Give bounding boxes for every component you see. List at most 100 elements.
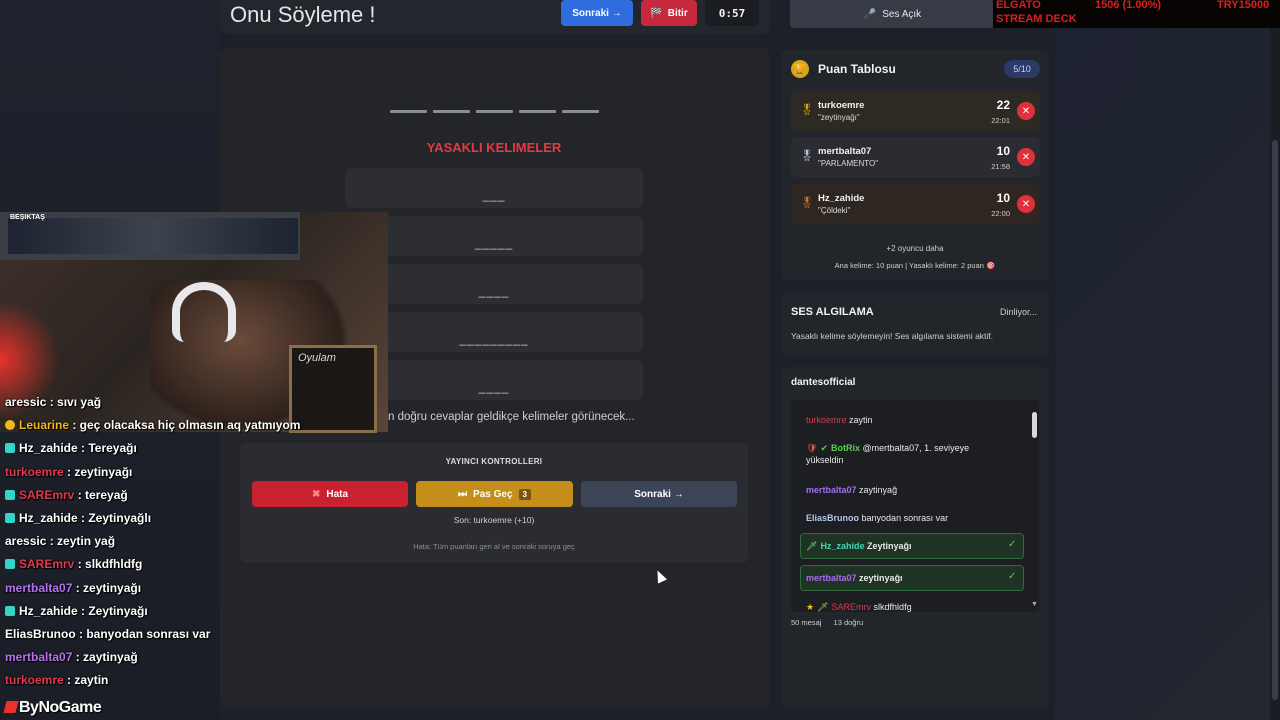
stream-chat-line: mertbalta07 : zaytinyağ	[5, 650, 138, 664]
more-players: +2 oyuncu daha	[886, 244, 944, 253]
sound-toggle-button[interactable]: 🎤 Ses Açık	[790, 0, 995, 28]
error-button[interactable]: ✖ Hata	[252, 481, 408, 507]
chat-text: zaytinyağ	[859, 485, 898, 495]
chalkboard-text: Oyulam	[298, 352, 336, 364]
stream-chat-text: : sıvı yağ	[46, 395, 102, 409]
stream-chat-text: : zaytin	[63, 673, 109, 688]
target-word-dashes	[390, 110, 599, 113]
timer: 0:57	[705, 0, 759, 26]
trophy-icon: 🏆	[791, 60, 809, 78]
verified-icon: ✔	[820, 443, 828, 453]
forbidden-words-title: YASAKLI KELIMELER	[426, 140, 562, 155]
stream-chat-line: SAREmrv : slkdfhldfg	[5, 557, 142, 571]
background-right	[1055, 0, 1280, 720]
medal-icon: 🎖	[800, 197, 814, 209]
chat-message: 🛡 ✔ BotRix @mertbalta07, 1. seviyeye yükse…	[806, 442, 986, 466]
star-icon: ★	[806, 602, 815, 612]
chat-message: mertbalta07 zeytinyağı	[806, 572, 903, 584]
finish-button-label: Bitir	[667, 7, 688, 19]
logo-mark-icon	[3, 701, 19, 713]
stream-chat-user: Leuarine	[19, 418, 70, 433]
subscriber-badge-icon	[5, 605, 15, 616]
stream-chat-line: aressic : sıvı yağ	[5, 395, 101, 409]
stream-chat-user: aressic	[5, 395, 47, 409]
skip-icon: ⏭	[458, 488, 468, 500]
score-points: 10	[996, 144, 1010, 158]
score-player-name: mertbalta07	[818, 146, 872, 157]
chat-username: mertbalta07	[806, 573, 857, 583]
subscriber-badge-icon	[5, 489, 15, 500]
webcam-tv-screen	[8, 218, 298, 254]
score-time: 22:00	[991, 209, 1010, 218]
chat-title: dantesofficial	[791, 377, 856, 388]
next-button[interactable]: Sonraki →	[581, 481, 737, 507]
voice-detection-card	[781, 293, 1049, 355]
chat-message: EliasBrunoo banyodan sonrası var	[806, 512, 948, 524]
remove-score-button[interactable]: ✕	[1017, 195, 1035, 213]
forbidden-word-4: _________	[345, 312, 643, 352]
subscriber-badge-icon	[5, 559, 15, 570]
chat-scrollbar-thumb[interactable]	[1032, 412, 1037, 438]
score-points: 22	[996, 98, 1010, 112]
stream-chat-user: Hz_zahide	[19, 603, 78, 618]
pass-button[interactable]: ⏭ Pas Geç 3	[416, 481, 573, 507]
stream-chat-line: Leuarine : geç olacaksa hiç olmasın aq y…	[5, 418, 300, 432]
chat-footer: 50 mesaj 13 doğru	[791, 618, 863, 627]
bynogame-logo: ByNoGame	[3, 699, 102, 717]
forbidden-word-3: ____	[345, 264, 643, 304]
chat-message: ★ 🗡 SAREmrv slkdfhldfg	[806, 601, 912, 613]
scoreboard-title: Puan Tablosu	[818, 62, 896, 76]
stream-chat-line: Hz_zahide : Tereyağı	[5, 441, 137, 455]
error-button-label: Hata	[326, 488, 349, 500]
medal-icon: 🎖	[800, 150, 814, 162]
stream-chat-line: Hz_zahide : Zeytinyağlı	[5, 511, 151, 525]
stream-chat-text: : Zeytinyağı	[77, 603, 148, 618]
score-points: 10	[996, 191, 1010, 205]
stream-chat-text: : zaytinyağ	[72, 650, 138, 665]
stream-chat-text: : tereyağ	[74, 487, 128, 502]
remove-score-button[interactable]: ✕	[1017, 102, 1035, 120]
finish-button[interactable]: 🏁 Bitir	[641, 0, 697, 26]
next-button-label: Sonraki →	[634, 488, 684, 500]
score-player-name: Hz_zahide	[818, 193, 865, 204]
chat-message-count: 50 mesaj	[791, 618, 822, 627]
stream-chat-text: : zeytinyağı	[72, 580, 142, 595]
stream-chat-user: mertbalta07	[5, 650, 73, 665]
chat-username: EliasBrunoo	[806, 513, 860, 523]
chat-text: zeytinyağı	[859, 573, 903, 583]
stream-chat-line: EliasBrunoo : banyodan sonrası var	[5, 627, 210, 641]
subscriber-badge-icon	[5, 513, 15, 523]
remove-score-button[interactable]: ✕	[1017, 148, 1035, 166]
stream-chat-user: SAREmrv	[19, 557, 75, 572]
score-player-name: turkoemre	[818, 100, 865, 111]
score-player-answer: "Çöldeki"	[818, 206, 851, 215]
stream-chat-text: : Tereyağı	[77, 441, 137, 456]
shield-icon: 🛡	[806, 443, 818, 453]
scoreboard-count: 5/10	[1004, 60, 1040, 78]
stream-chat-line: mertbalta07 : zeytinyağı	[5, 581, 141, 595]
stream-chat-line: Hz_zahide : Zeytinyağı	[5, 604, 148, 618]
page-scrollbar-thumb[interactable]	[1272, 140, 1278, 700]
stream-chat-line: turkoemre : zaytin	[5, 673, 108, 687]
check-icon: ✓	[1008, 571, 1017, 582]
sword-icon: 🗡	[817, 602, 829, 612]
close-icon: ✕	[1021, 198, 1031, 210]
word-dash	[476, 110, 513, 113]
word-dash	[562, 110, 599, 113]
chat-text: slkdfhldfg	[873, 602, 912, 612]
chat-correct-count: 13 doğru	[833, 618, 864, 627]
stream-chat-user: mertbalta07	[5, 580, 73, 595]
stream-chat-text: : banyodan sonrası var	[75, 627, 211, 641]
stream-chat-text: : Zeytinyağlı	[77, 511, 152, 525]
stream-chat-text: : slkdfhldfg	[74, 557, 143, 572]
chat-scroll-down-icon[interactable]: ▼	[1031, 601, 1038, 608]
medal-icon: 🎖	[800, 104, 814, 116]
pass-count-badge: 3	[518, 488, 531, 500]
close-icon: ✖	[311, 488, 321, 500]
overlay-donation: TRY15000	[1217, 0, 1270, 11]
page-title: Onu Söyleme !	[230, 2, 376, 27]
stream-chat-user: Hz_zahide	[19, 441, 78, 456]
last-answer-info: Son: turkoemre (+10)	[453, 515, 535, 525]
stream-chat-text: : geç olacaksa hiç olmasın aq yatmıyom	[69, 418, 301, 433]
next-button-top[interactable]: Sonraki →	[561, 0, 633, 26]
